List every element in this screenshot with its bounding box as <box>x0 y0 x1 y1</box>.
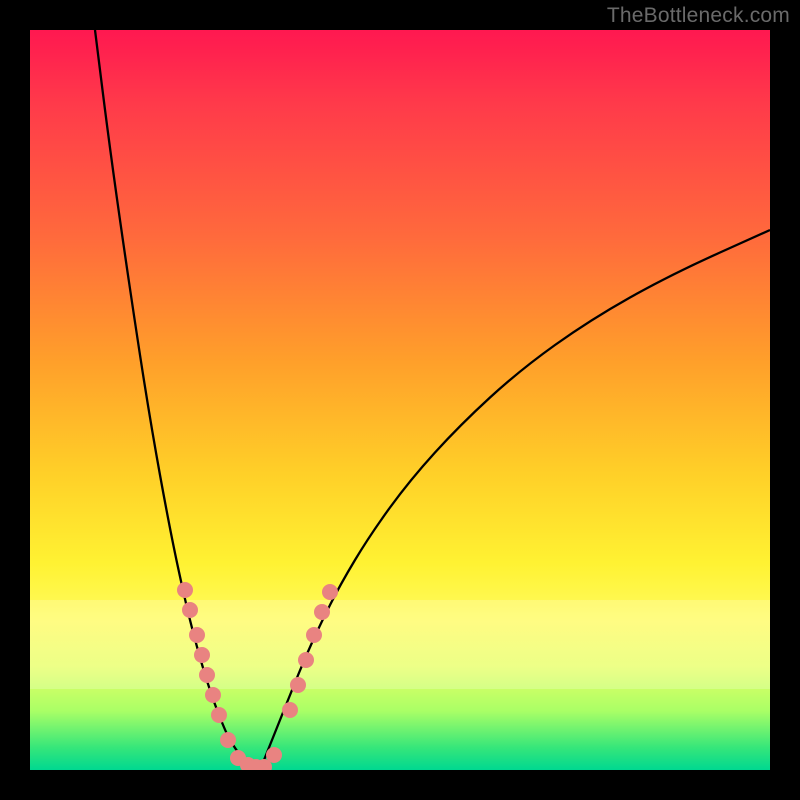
left-curve <box>95 30 250 765</box>
plot-area <box>30 30 770 770</box>
marker-dot <box>182 602 198 618</box>
marker-dot <box>220 732 236 748</box>
marker-dot <box>205 687 221 703</box>
marker-dot <box>322 584 338 600</box>
watermark-text: TheBottleneck.com <box>607 4 790 28</box>
marker-dot <box>189 627 205 643</box>
marker-dot <box>194 647 210 663</box>
marker-dot <box>266 747 282 763</box>
curves-svg <box>30 30 770 770</box>
marker-dot <box>298 652 314 668</box>
marker-dot <box>306 627 322 643</box>
marker-dot <box>290 677 306 693</box>
marker-dot <box>211 707 227 723</box>
right-curve <box>262 230 770 765</box>
marker-dot <box>177 582 193 598</box>
marker-dot <box>282 702 298 718</box>
marker-group <box>177 582 338 770</box>
chart-frame: TheBottleneck.com <box>0 0 800 800</box>
marker-dot <box>199 667 215 683</box>
marker-dot <box>314 604 330 620</box>
